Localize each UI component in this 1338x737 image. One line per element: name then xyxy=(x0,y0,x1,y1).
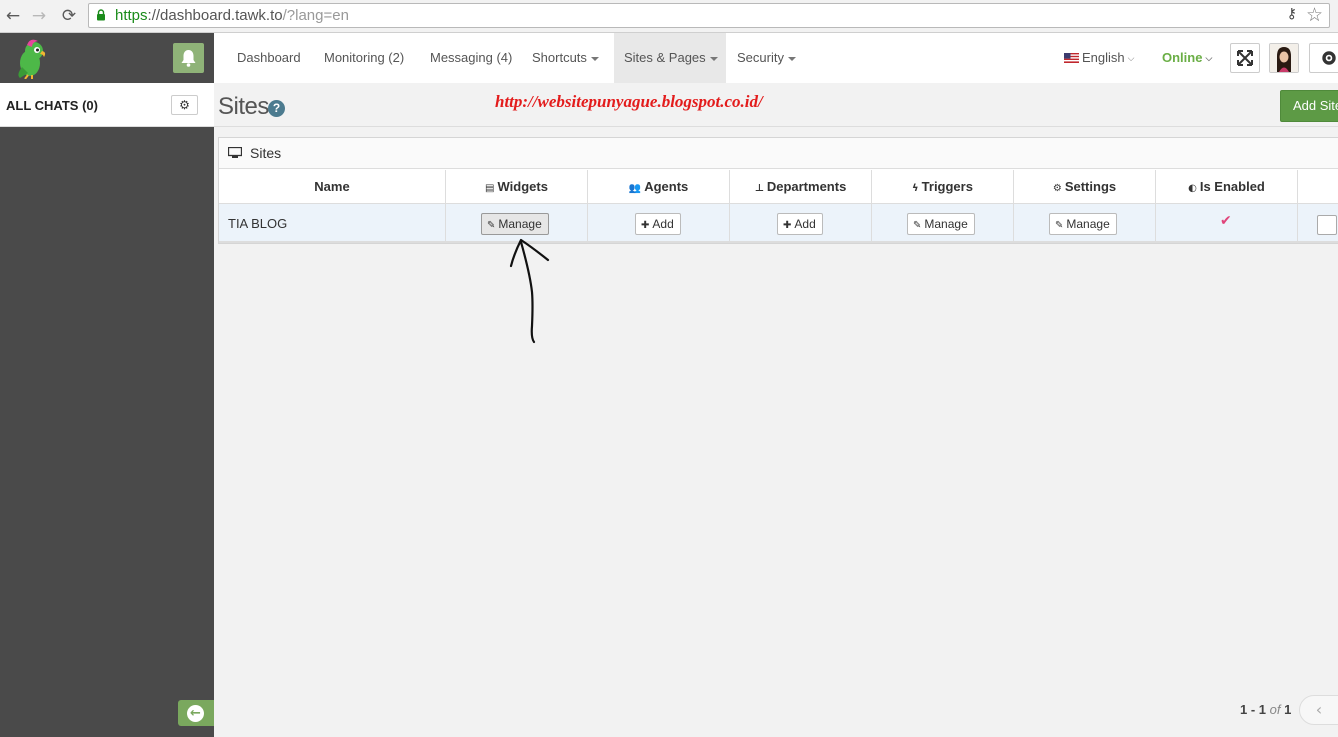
plus-icon: ✚ xyxy=(641,220,650,231)
bell-icon xyxy=(181,50,196,67)
pencil-icon: ✎ xyxy=(487,220,496,231)
nav-security[interactable]: Security xyxy=(737,33,796,83)
cogs-icon: ⚙ xyxy=(1052,183,1062,194)
url-text: https://dashboard.tawk.to/?lang=en xyxy=(115,7,349,24)
lock-icon xyxy=(97,9,105,21)
table-header: Name ▤ Widgets 👥 Agents ⊥ Departments ϟ Trig… xyxy=(219,170,1338,204)
settings-manage-button[interactable]: ✎ Manage xyxy=(1049,213,1117,235)
key-icon[interactable]: ⚷ xyxy=(1287,6,1297,22)
cell-triggers: ✎ Manage xyxy=(872,204,1014,241)
us-flag-icon xyxy=(1064,53,1079,63)
watermark-url: http://websitepunyague.blogspot.co.id/ xyxy=(495,92,763,111)
help-icon[interactable]: ? xyxy=(268,100,285,117)
col-settings: ⚙ Settings xyxy=(1014,170,1156,203)
agents-add-button[interactable]: ✚ Add xyxy=(635,213,681,235)
sites-panel: Sites Name ▤ Widgets 👥 Agents ⊥ Departments… xyxy=(218,137,1338,244)
page-title: Sites xyxy=(218,93,269,120)
col-widgets: ▤ Widgets xyxy=(446,170,588,203)
nav-shortcuts[interactable]: Shortcuts xyxy=(532,33,599,83)
all-chats-label: ALL CHATS (0) xyxy=(6,98,98,113)
top-navigation: Dashboard Monitoring (2) Messaging (4) S… xyxy=(214,33,1338,83)
widgets-manage-button[interactable]: ✎ Manage xyxy=(481,213,549,235)
site-name: TIA BLOG xyxy=(228,216,288,231)
all-chats-bar[interactable]: ALL CHATS (0) ⚙ xyxy=(0,83,214,127)
departments-add-button[interactable]: ✚ Add xyxy=(777,213,823,235)
cell-settings: ✎ Manage xyxy=(1014,204,1156,241)
star-icon[interactable]: ☆ xyxy=(1306,4,1323,26)
panel-heading: Sites xyxy=(219,138,1338,169)
triggers-manage-button[interactable]: ✎ Manage xyxy=(907,213,975,235)
address-bar[interactable]: https://dashboard.tawk.to/?lang=en ⚷ ☆ xyxy=(88,3,1330,28)
col-triggers: ϟ Triggers xyxy=(872,170,1014,203)
notifications-button[interactable] xyxy=(173,43,204,73)
pagination-prev-icon[interactable]: ‹ xyxy=(1299,695,1338,725)
caret-down-icon xyxy=(787,56,796,61)
caret-down-icon xyxy=(709,56,718,61)
chat-settings-gear-icon[interactable]: ⚙ xyxy=(171,95,198,115)
caret-down-icon xyxy=(590,56,599,61)
settings-button[interactable] xyxy=(1309,43,1338,73)
pagination-info: 1 - 1 of 1 xyxy=(1240,702,1292,717)
cell-agents: ✚ Add xyxy=(588,204,730,241)
add-site-button[interactable]: Add Site xyxy=(1280,90,1338,122)
user-avatar[interactable] xyxy=(1269,43,1299,73)
status-selector[interactable]: Online ⌵ xyxy=(1162,33,1212,83)
page-header: Sites ? http://websitepunyague.blogspot.… xyxy=(214,83,1338,127)
col-agents: 👥 Agents xyxy=(588,170,730,203)
language-selector[interactable]: English ⌵ xyxy=(1064,33,1134,83)
panel-title: Sites xyxy=(250,145,282,161)
half-circle-icon: ◐ xyxy=(1188,183,1197,194)
reload-icon[interactable]: ⟳ xyxy=(58,5,80,27)
cell-departments: ✚ Add xyxy=(730,204,872,241)
nav-messaging[interactable]: Messaging (4) xyxy=(430,33,512,83)
col-is-enabled: ◐ Is Enabled xyxy=(1156,170,1298,203)
browser-toolbar: ← → ⟳ https://dashboard.tawk.to/?lang=en… xyxy=(0,0,1338,33)
forward-icon[interactable]: → xyxy=(28,5,50,27)
avatar-image xyxy=(1270,44,1298,72)
main-content: Sites ? http://websitepunyague.blogspot.… xyxy=(214,83,1338,737)
bolt-icon: ϟ xyxy=(912,183,919,194)
pencil-icon: ✎ xyxy=(913,220,922,231)
back-icon[interactable]: ← xyxy=(2,5,24,27)
widgets-icon: ▤ xyxy=(485,183,495,194)
table-row: TIA BLOG ✎ Manage ✚ Add ✚ Add ✎ Manage ✎ Mana… xyxy=(219,204,1338,243)
col-name: Name xyxy=(219,170,446,203)
nav-sites-pages[interactable]: Sites & Pages xyxy=(614,33,726,83)
nav-monitoring[interactable]: Monitoring (2) xyxy=(324,33,404,83)
cell-enabled: ✔ xyxy=(1156,204,1298,241)
arrow-left-circle-icon: ← xyxy=(187,705,204,722)
chevron-down-icon: ⌵ xyxy=(1127,53,1135,63)
nav-dashboard[interactable]: Dashboard xyxy=(237,33,301,83)
col-departments: ⊥ Departments xyxy=(730,170,872,203)
row-select-checkbox[interactable] xyxy=(1317,215,1337,235)
sitemap-icon: ⊥ xyxy=(754,183,764,194)
pencil-icon: ✎ xyxy=(1055,220,1064,231)
cell-widgets: ✎ Manage xyxy=(446,204,588,241)
fullscreen-button[interactable] xyxy=(1230,43,1260,73)
cell-name: TIA BLOG xyxy=(219,204,446,241)
tawk-parrot-logo[interactable] xyxy=(10,37,50,79)
checkmark-icon: ✔ xyxy=(1220,213,1232,229)
chevron-down-icon: ⌵ xyxy=(1205,53,1213,63)
users-icon: 👥 xyxy=(628,183,642,194)
monitor-icon xyxy=(228,147,242,158)
plus-icon: ✚ xyxy=(783,220,792,231)
expand-icon xyxy=(1237,50,1253,66)
brand-bar xyxy=(0,33,214,83)
collapse-sidebar-button[interactable]: ← xyxy=(178,700,214,726)
sidebar: ALL CHATS (0) ⚙ ← xyxy=(0,33,214,737)
gear-icon xyxy=(1322,51,1336,65)
